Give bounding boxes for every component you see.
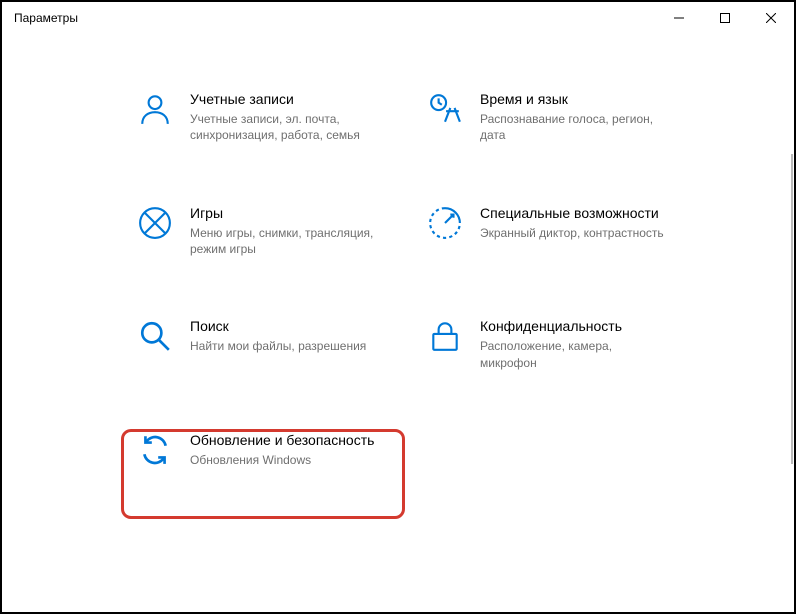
window-controls: [656, 2, 794, 34]
scrollbar-thumb[interactable]: [791, 154, 793, 464]
tile-title: Время и язык: [480, 90, 670, 108]
minimize-button[interactable]: [656, 2, 702, 34]
update-security-icon: [138, 433, 172, 467]
titlebar: Параметры: [2, 2, 794, 34]
tile-desc: Меню игры, снимки, трансляция, режим игр…: [190, 225, 380, 257]
accounts-icon: [138, 92, 172, 126]
tile-desc: Найти мои файлы, разрешения: [190, 338, 366, 354]
close-button[interactable]: [748, 2, 794, 34]
tile-desc: Экранный диктор, контрастность: [480, 225, 664, 241]
tile-privacy[interactable]: Конфиденциальность Расположение, камера,…: [422, 311, 692, 377]
tile-title: Конфиденциальность: [480, 317, 670, 335]
window-title: Параметры: [14, 11, 656, 25]
tile-update-security[interactable]: Обновление и безопасность Обновления Win…: [132, 425, 402, 474]
tile-search[interactable]: Поиск Найти мои файлы, разрешения: [132, 311, 402, 377]
tile-gaming[interactable]: Игры Меню игры, снимки, трансляция, режи…: [132, 198, 402, 264]
tile-desc: Расположение, камера, микрофон: [480, 338, 670, 370]
ease-of-access-icon: [428, 206, 462, 240]
tile-title: Обновление и безопасность: [190, 431, 374, 449]
tile-ease-of-access[interactable]: Специальные возможности Экранный диктор,…: [422, 198, 692, 264]
settings-grid: Учетные записи Учетные записи, эл. почта…: [132, 84, 674, 474]
gaming-icon: [138, 206, 172, 240]
tile-title: Игры: [190, 204, 380, 222]
tile-title: Учетные записи: [190, 90, 380, 108]
tile-time-language[interactable]: Время и язык Распознавание голоса, регио…: [422, 84, 692, 150]
scrollbar[interactable]: [791, 34, 793, 572]
tile-desc: Распознавание голоса, регион, дата: [480, 111, 670, 143]
maximize-button[interactable]: [702, 2, 748, 34]
tile-title: Поиск: [190, 317, 366, 335]
settings-content: Учетные записи Учетные записи, эл. почта…: [2, 34, 794, 612]
tile-desc: Обновления Windows: [190, 452, 374, 468]
tile-desc: Учетные записи, эл. почта, синхронизация…: [190, 111, 380, 143]
tile-accounts[interactable]: Учетные записи Учетные записи, эл. почта…: [132, 84, 402, 150]
privacy-icon: [428, 319, 462, 353]
search-icon: [138, 319, 172, 353]
time-language-icon: [428, 92, 462, 126]
tile-title: Специальные возможности: [480, 204, 664, 222]
